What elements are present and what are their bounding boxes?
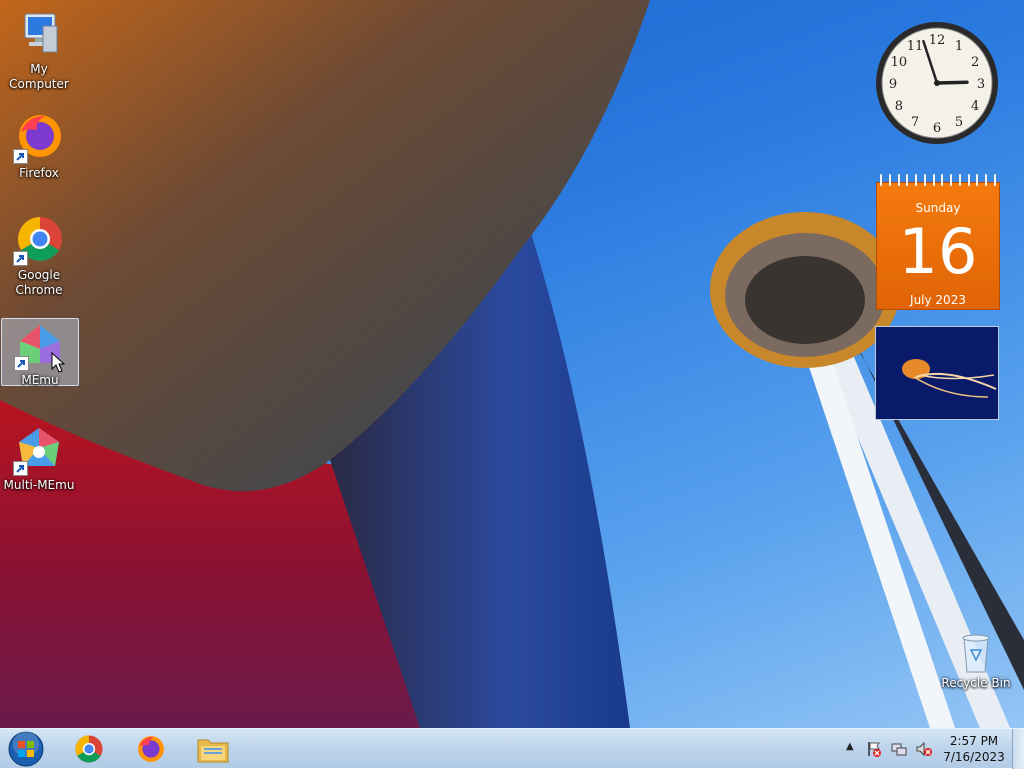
desktop-icon-label: Multi-MEmu bbox=[3, 478, 75, 492]
slideshow-gadget[interactable] bbox=[875, 326, 999, 420]
clock-numeral: 12 bbox=[929, 33, 946, 48]
calendar-page: Sunday 16 July 2023 bbox=[876, 182, 1000, 310]
volume-muted-icon[interactable] bbox=[916, 741, 932, 757]
desktop-icon-memu[interactable]: MEmu bbox=[1, 318, 79, 387]
clock-numeral: 9 bbox=[889, 77, 897, 92]
shortcut-arrow-icon bbox=[13, 251, 28, 266]
calendar-rings bbox=[880, 174, 996, 186]
clock-gadget[interactable]: 12 1 2 3 4 5 6 7 8 9 10 11 bbox=[874, 20, 1000, 146]
jellyfish-image bbox=[876, 327, 998, 419]
taskbar-clock[interactable]: 2:57 PM 7/16/2023 bbox=[940, 733, 1008, 765]
clock-hour-hand bbox=[935, 80, 969, 85]
desktop-icon-my-computer[interactable]: My Computer bbox=[1, 8, 77, 92]
clock-numeral: 8 bbox=[895, 99, 903, 114]
start-button[interactable] bbox=[4, 730, 48, 768]
desktop-icon-firefox[interactable]: Firefox bbox=[1, 112, 77, 181]
clock-numeral: 3 bbox=[977, 77, 985, 92]
clock-numeral: 4 bbox=[971, 99, 979, 114]
explorer-folder-icon bbox=[197, 739, 229, 763]
desktop-wallpaper bbox=[0, 0, 1024, 768]
chrome-icon bbox=[75, 735, 103, 763]
clock-numeral: 2 bbox=[971, 55, 979, 70]
desktop-icon-label: MEmu bbox=[21, 373, 59, 387]
calendar-weekday: Sunday bbox=[915, 201, 961, 215]
calendar-gadget[interactable]: Sunday 16 July 2023 bbox=[876, 174, 1000, 310]
clock-numeral: 1 bbox=[955, 39, 963, 54]
desktop-icon-recycle-bin[interactable]: Recycle Bin bbox=[938, 630, 1014, 691]
taskbar-time: 2:57 PM bbox=[949, 734, 999, 748]
taskbar: ▲ 2:57 PM 7/16/2023 bbox=[0, 728, 1024, 769]
recycle-bin-icon bbox=[962, 634, 990, 673]
shortcut-arrow-icon bbox=[13, 461, 28, 476]
action-center-flag-icon[interactable] bbox=[866, 741, 882, 757]
clock-numeral: 7 bbox=[911, 115, 919, 130]
show-hidden-icons-button[interactable]: ▲ bbox=[846, 741, 854, 752]
clock-numeral: 6 bbox=[933, 121, 941, 136]
desktop-icon-google-chrome[interactable]: Google Chrome bbox=[1, 214, 77, 298]
clock-numeral: 11 bbox=[907, 39, 924, 54]
computer-icon bbox=[24, 13, 58, 53]
taskbar-explorer-button[interactable] bbox=[186, 730, 240, 768]
taskbar-date: 7/16/2023 bbox=[943, 750, 1005, 764]
mouse-cursor-icon bbox=[51, 352, 65, 373]
network-icon[interactable] bbox=[891, 741, 907, 757]
taskbar-firefox-button[interactable] bbox=[124, 730, 178, 768]
desktop-icon-label: Firefox bbox=[19, 166, 59, 180]
shortcut-arrow-icon bbox=[14, 356, 29, 371]
calendar-month-year: July 2023 bbox=[910, 293, 966, 307]
clock-numeral: 10 bbox=[891, 55, 908, 70]
shortcut-arrow-icon bbox=[13, 149, 28, 164]
desktop-icon-label: Google Chrome bbox=[15, 268, 63, 297]
desktop-icon-multi-memu[interactable]: Multi-MEmu bbox=[1, 424, 77, 493]
show-desktop-button[interactable] bbox=[1012, 729, 1024, 769]
clock-numeral: 5 bbox=[955, 115, 963, 130]
desktop-icon-label: Recycle Bin bbox=[941, 676, 1011, 690]
desktop-icon-label: My Computer bbox=[9, 62, 69, 91]
taskbar-chrome-button[interactable] bbox=[62, 730, 116, 768]
firefox-icon bbox=[138, 736, 164, 762]
calendar-day-number: 16 bbox=[898, 215, 978, 288]
windows-start-orb-icon bbox=[8, 731, 44, 767]
